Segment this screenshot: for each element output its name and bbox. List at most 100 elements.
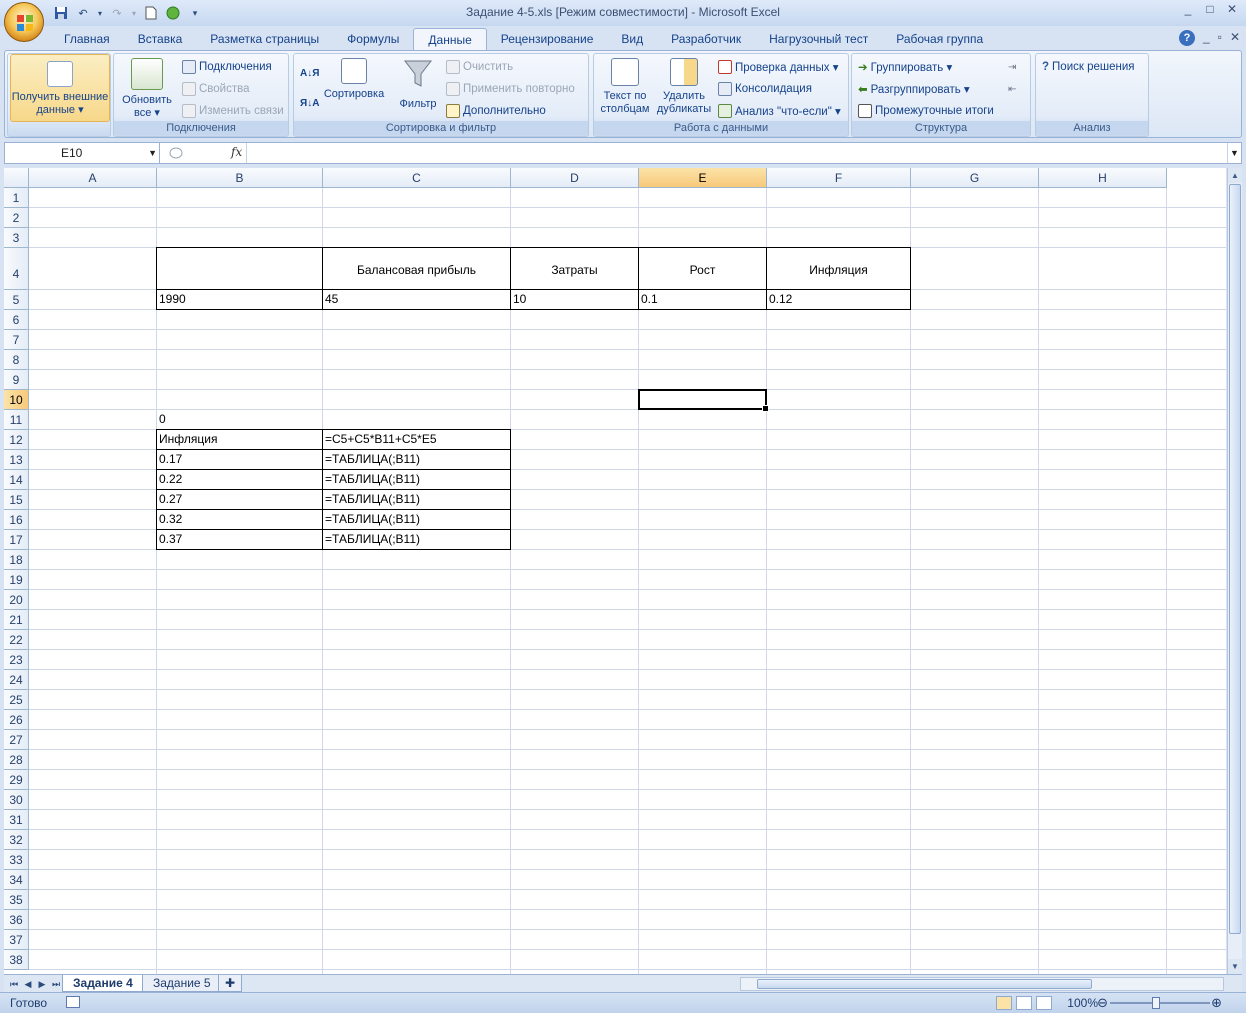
cell-b15[interactable]: 0.27 [157,490,322,509]
office-button[interactable] [4,2,44,42]
row-header-14[interactable]: 14 [4,470,29,490]
insert-function-icon[interactable]: fx [231,145,242,159]
column-header-e[interactable]: E [639,168,767,188]
cell-b14[interactable]: 0.22 [157,470,322,489]
cell-b12[interactable]: Инфляция [157,430,322,449]
column-header-d[interactable]: D [511,168,639,188]
horizontal-scrollbar[interactable] [740,977,1224,991]
properties-button[interactable]: Свойства [182,80,250,98]
advanced-filter-button[interactable]: Дополнительно [446,102,546,120]
sheet-tab-zadanie-4[interactable]: Задание 4 [62,975,144,992]
ribbon-close-icon[interactable]: ✕ [1230,30,1240,46]
reapply-button[interactable]: Применить повторно [446,80,575,98]
ungroup-button[interactable]: ⬅ Разгруппировать ▾ [858,80,970,98]
row-header-20[interactable]: 20 [4,590,29,610]
name-box[interactable]: E10 ▼ [5,143,160,163]
cell-c14[interactable]: =ТАБЛИЦА(;B11) [323,470,510,489]
edit-links-button[interactable]: Изменить связи [182,102,284,120]
row-header-34[interactable]: 34 [4,870,29,890]
row-header-17[interactable]: 17 [4,530,29,550]
page-break-view-icon[interactable] [1036,996,1052,1010]
row-header-1[interactable]: 1 [4,188,29,208]
row-header-15[interactable]: 15 [4,490,29,510]
row-header-28[interactable]: 28 [4,750,29,770]
group-button[interactable]: ➔ Группировать ▾ [858,58,952,76]
hide-detail-button[interactable]: ⇤ [1008,80,1016,98]
tab-workgroup[interactable]: Рабочая группа [882,28,997,50]
redo-dropdown-icon[interactable]: ▾ [130,4,138,22]
connections-button[interactable]: Подключения [182,58,272,76]
zoom-level[interactable]: 100% [1067,996,1098,1010]
solver-button[interactable]: ? Поиск решения [1042,58,1135,76]
row-header-13[interactable]: 13 [4,450,29,470]
tab-developer[interactable]: Разработчик [657,28,755,50]
scroll-down-icon[interactable]: ▼ [1228,959,1242,974]
tab-insert[interactable]: Вставка [124,28,197,50]
undo-icon[interactable]: ↶ [74,4,92,22]
row-header-10[interactable]: 10 [4,390,29,410]
cell-c12[interactable]: =C5+C5*B11+C5*E5 [323,430,510,449]
row-header-25[interactable]: 25 [4,690,29,710]
tab-home[interactable]: Главная [50,28,124,50]
cell-c5[interactable]: 45 [323,290,510,309]
row-header-11[interactable]: 11 [4,410,29,430]
sheet-tab-zadanie-5[interactable]: Задание 5 [142,975,222,992]
name-box-dropdown-icon[interactable]: ▼ [148,143,157,163]
worksheet-grid[interactable]: A B C D E F G H 1 2 3 4 5 6 7 8 9 10 11 12 13 14 15 16 17 18 19 20 2… [4,168,1226,974]
redo-icon[interactable]: ↷ [108,4,126,22]
last-sheet-icon[interactable]: ⏭ [50,977,62,991]
row-header-35[interactable]: 35 [4,890,29,910]
row-header-29[interactable]: 29 [4,770,29,790]
row-header-16[interactable]: 16 [4,510,29,530]
cell-c4[interactable]: Балансовая прибыль [323,260,510,280]
prev-sheet-icon[interactable]: ◀ [22,977,34,991]
column-header-c[interactable]: C [323,168,511,188]
tab-view[interactable]: Вид [607,28,657,50]
row-header-31[interactable]: 31 [4,810,29,830]
tab-formulas[interactable]: Формулы [333,28,413,50]
sort-asc-button[interactable]: А↓Я [300,64,319,82]
row-header-18[interactable]: 18 [4,550,29,570]
ribbon-restore-icon[interactable]: ▫ [1218,30,1222,46]
row-header-2[interactable]: 2 [4,208,29,228]
page-layout-view-icon[interactable] [1016,996,1032,1010]
filter-button[interactable]: Фильтр [396,56,440,111]
row-header-38[interactable]: 38 [4,950,29,970]
macro-record-icon[interactable] [66,996,80,1008]
row-header-8[interactable]: 8 [4,350,29,370]
cell-d4[interactable]: Затраты [511,260,638,280]
row-header-23[interactable]: 23 [4,650,29,670]
formula-splitter-icon[interactable] [169,147,183,159]
zoom-in-icon[interactable]: ⊕ [1211,995,1222,1011]
tab-data[interactable]: Данные [413,28,487,50]
first-sheet-icon[interactable]: ⏮ [8,977,20,991]
subtotals-button[interactable]: Промежуточные итоги [858,102,994,120]
row-header-21[interactable]: 21 [4,610,29,630]
tab-load-test[interactable]: Нагрузочный тест [755,28,882,50]
cell-e4[interactable]: Рост [639,260,766,280]
tab-page-layout[interactable]: Разметка страницы [196,28,333,50]
column-header-f[interactable]: F [767,168,911,188]
row-header-12[interactable]: 12 [4,430,29,450]
column-header-g[interactable]: G [911,168,1039,188]
row-header-26[interactable]: 26 [4,710,29,730]
row-header-3[interactable]: 3 [4,228,29,248]
green-circle-icon[interactable] [164,4,182,22]
horizontal-scroll-thumb[interactable] [757,979,1092,989]
normal-view-icon[interactable] [996,996,1012,1010]
cell-b13[interactable]: 0.17 [157,450,322,469]
row-header-6[interactable]: 6 [4,310,29,330]
new-document-icon[interactable] [142,4,160,22]
column-header-h[interactable]: H [1039,168,1167,188]
next-sheet-icon[interactable]: ▶ [36,977,48,991]
zoom-slider[interactable] [1110,1002,1210,1004]
tab-review[interactable]: Рецензирование [487,28,608,50]
remove-duplicates-button[interactable]: Удалить дубликаты [652,56,716,116]
cell-b11[interactable]: 0 [157,410,322,429]
text-to-columns-button[interactable]: Текст по столбцам [596,56,654,116]
expand-formula-bar-icon[interactable]: ▼ [1227,143,1241,163]
zoom-slider-thumb[interactable] [1152,997,1160,1009]
refresh-all-button[interactable]: Обновить все ▾ [118,56,176,120]
customize-qat-icon[interactable]: ▾ [186,4,204,22]
what-if-button[interactable]: Анализ "что-если" ▾ [718,102,841,120]
